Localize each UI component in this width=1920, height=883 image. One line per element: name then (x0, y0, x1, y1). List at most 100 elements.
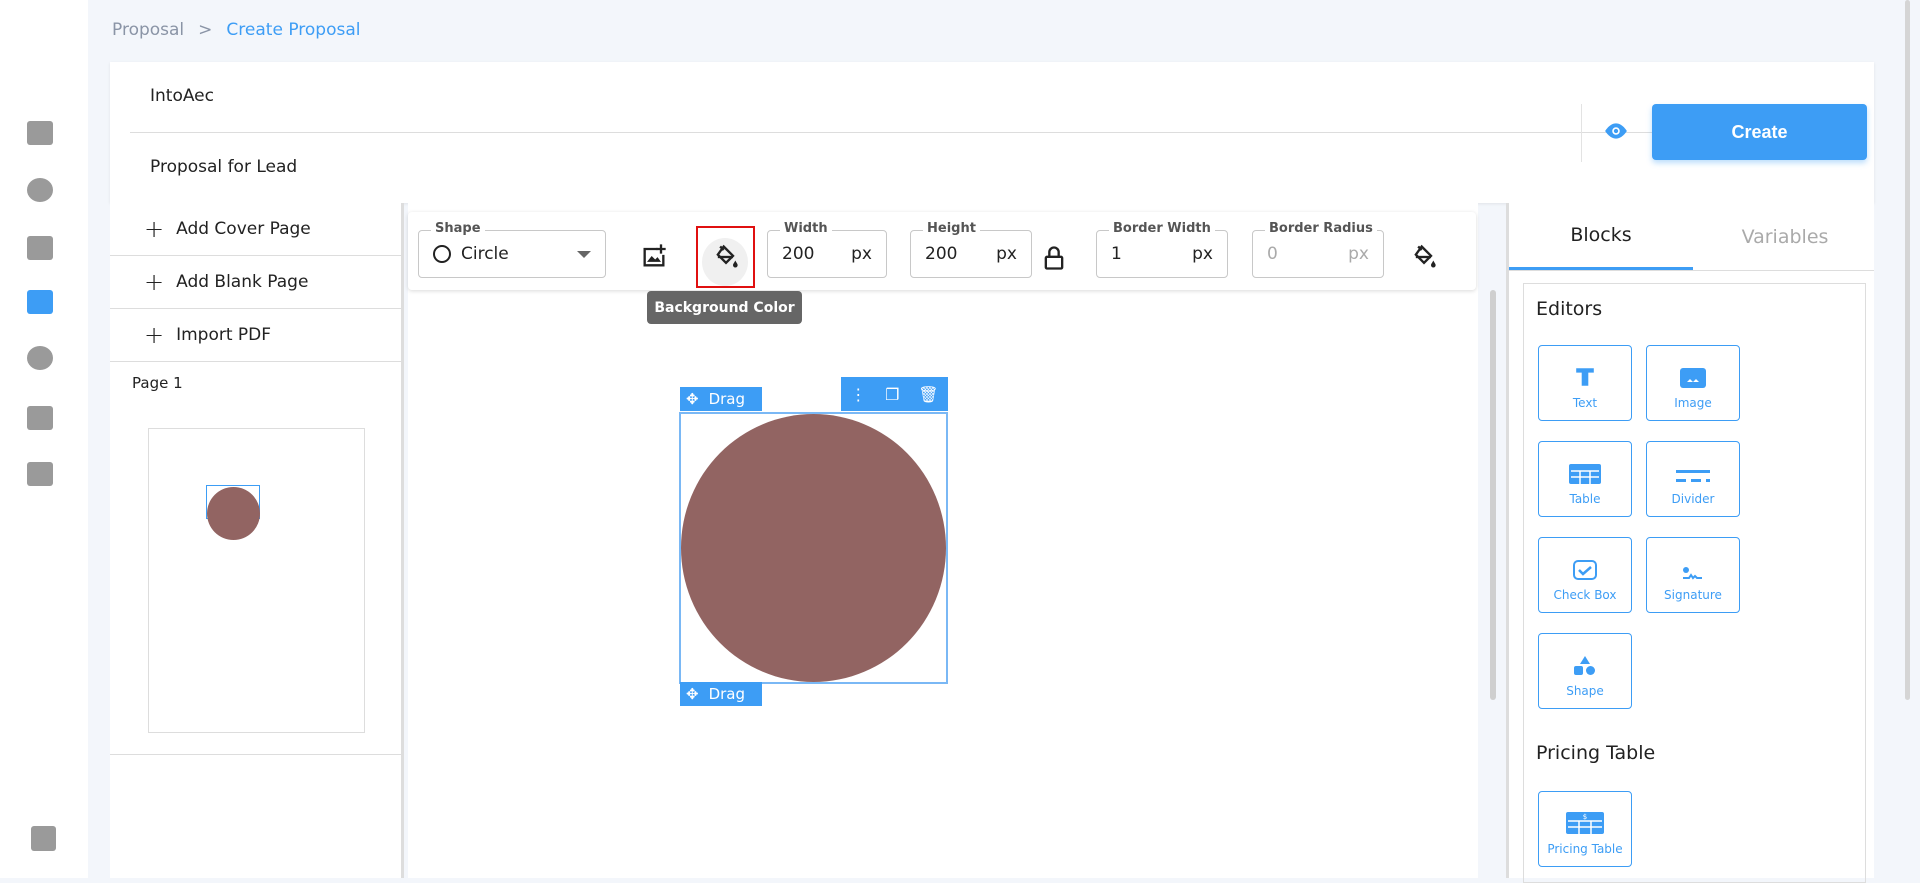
block-label: Table (1569, 492, 1601, 506)
chevron-right-icon: > (198, 20, 213, 40)
plus-icon: + (144, 321, 165, 349)
block-table[interactable]: Table (1538, 441, 1632, 517)
height-input[interactable]: Height 200 px (910, 221, 1032, 278)
add-blank-page-button[interactable]: + Add Blank Page (110, 256, 401, 309)
breadcrumb: Proposal > Create Proposal (112, 20, 360, 40)
block-divider[interactable]: Divider (1646, 441, 1740, 517)
width-input[interactable]: Width 200 px (767, 221, 887, 278)
copy-icon[interactable]: ❐ (885, 385, 899, 404)
shape-value: Circle (461, 244, 509, 264)
field-label: Width (780, 221, 832, 236)
border-color-icon[interactable] (1410, 243, 1438, 271)
block-shape[interactable]: Shape (1538, 633, 1632, 709)
blocks-list: Editors Text Image Table Divider Check B… (1523, 283, 1866, 883)
divider (1581, 104, 1582, 162)
network-icon[interactable] (27, 346, 53, 370)
divider (1509, 270, 1874, 271)
company-name-field[interactable]: IntoAec (150, 86, 214, 106)
field-label: Height (923, 221, 980, 236)
highlight-box (696, 226, 755, 288)
block-image[interactable]: Image (1646, 345, 1740, 421)
unit: px (851, 244, 872, 264)
shape-icon (1574, 656, 1595, 675)
signature-icon (1683, 567, 1702, 580)
editors-title: Editors (1536, 298, 1603, 320)
field-label: Border Width (1109, 221, 1215, 236)
block-label: Check Box (1553, 588, 1617, 602)
lock-icon[interactable] (1040, 244, 1068, 272)
divider (110, 754, 401, 755)
move-icon: ✥ (686, 390, 699, 408)
block-pricing-table[interactable]: $ Pricing Table (1538, 791, 1632, 867)
create-button[interactable]: Create (1652, 104, 1867, 160)
list-icon[interactable] (27, 406, 53, 430)
table-icon (1569, 464, 1601, 484)
add-image-icon[interactable] (640, 242, 668, 270)
drag-handle-top[interactable]: ✥ Drag (680, 387, 762, 411)
add-cover-page-button[interactable]: + Add Cover Page (110, 203, 401, 256)
proposal-icon[interactable] (27, 290, 53, 314)
shape-element[interactable] (679, 412, 948, 684)
trash-icon[interactable]: 🗑 (918, 385, 938, 404)
plus-icon: + (144, 215, 165, 243)
field-label: Border Radius (1265, 221, 1377, 236)
proposal-title-field[interactable]: Proposal for Lead (150, 157, 297, 177)
breadcrumb-proposal[interactable]: Proposal (112, 20, 184, 40)
plus-icon: + (144, 268, 165, 296)
shape-toolbar: Shape Circle Width 200 px Height 200 px Bord… (408, 212, 1476, 290)
block-checkbox[interactable]: Check Box (1538, 537, 1632, 613)
preview-eye-icon[interactable] (1603, 122, 1629, 140)
border-radius-input[interactable]: Border Radius 0 px (1252, 221, 1384, 278)
element-actions: ⋮ ❐ 🗑 (841, 377, 948, 411)
label: Add Blank Page (176, 272, 309, 292)
unit: px (1348, 244, 1369, 264)
field-label: Shape (431, 221, 485, 236)
drag-label: Drag (708, 685, 746, 703)
dashboard-icon[interactable] (27, 121, 53, 145)
border-radius-value: 0 (1267, 244, 1278, 264)
import-pdf-button[interactable]: + Import PDF (110, 309, 401, 362)
circle-icon (433, 245, 451, 263)
tab-variables[interactable]: Variables (1693, 203, 1877, 270)
label: Add Cover Page (176, 219, 311, 239)
tab-blocks[interactable]: Blocks (1509, 203, 1693, 270)
shape-select[interactable]: Shape Circle (418, 221, 606, 278)
block-label: Signature (1664, 588, 1722, 602)
block-label: Pricing Table (1547, 842, 1623, 856)
pricing-table-icon: $ (1566, 812, 1604, 834)
block-label: Text (1572, 396, 1598, 410)
checkbox-icon (1573, 560, 1597, 580)
team-icon[interactable] (27, 236, 53, 260)
label: Import PDF (176, 325, 272, 345)
drag-label: Drag (708, 390, 746, 408)
border-width-input[interactable]: Border Width 1 px (1096, 221, 1228, 278)
block-label: Shape (1566, 684, 1604, 698)
block-label: Image (1674, 396, 1712, 410)
page-scrollbar[interactable] (1905, 0, 1910, 700)
height-value: 200 (925, 244, 958, 264)
leads-icon[interactable] (27, 178, 53, 202)
layout-icon[interactable] (31, 826, 56, 851)
proposal-header: IntoAec Proposal for Lead Create (110, 62, 1874, 203)
svg-text:$: $ (1583, 813, 1587, 821)
page-label: Page 1 (132, 374, 183, 392)
canvas-scrollbar[interactable] (1490, 290, 1496, 700)
sidebar (0, 0, 88, 878)
monitor-icon[interactable] (27, 462, 53, 486)
drag-handle-bottom[interactable]: ✥ Drag (680, 682, 762, 706)
block-signature[interactable]: Signature (1646, 537, 1740, 613)
breadcrumb-current: Create Proposal (226, 20, 361, 40)
more-vertical-icon[interactable]: ⋮ (850, 385, 866, 404)
circle-shape (681, 414, 946, 682)
block-text[interactable]: Text (1538, 345, 1632, 421)
unit: px (996, 244, 1017, 264)
pages-panel: + Add Cover Page + Add Blank Page + Import … (110, 203, 404, 878)
border-width-value: 1 (1111, 244, 1122, 264)
editor-canvas[interactable]: Shape Circle Width 200 px Height 200 px Bord… (408, 203, 1478, 878)
move-icon: ✥ (686, 685, 699, 703)
divider (130, 132, 1670, 133)
page-thumbnail[interactable] (148, 428, 365, 733)
image-icon (1680, 368, 1706, 388)
tooltip: Background Color (647, 291, 802, 324)
divider-icon (1676, 470, 1710, 482)
